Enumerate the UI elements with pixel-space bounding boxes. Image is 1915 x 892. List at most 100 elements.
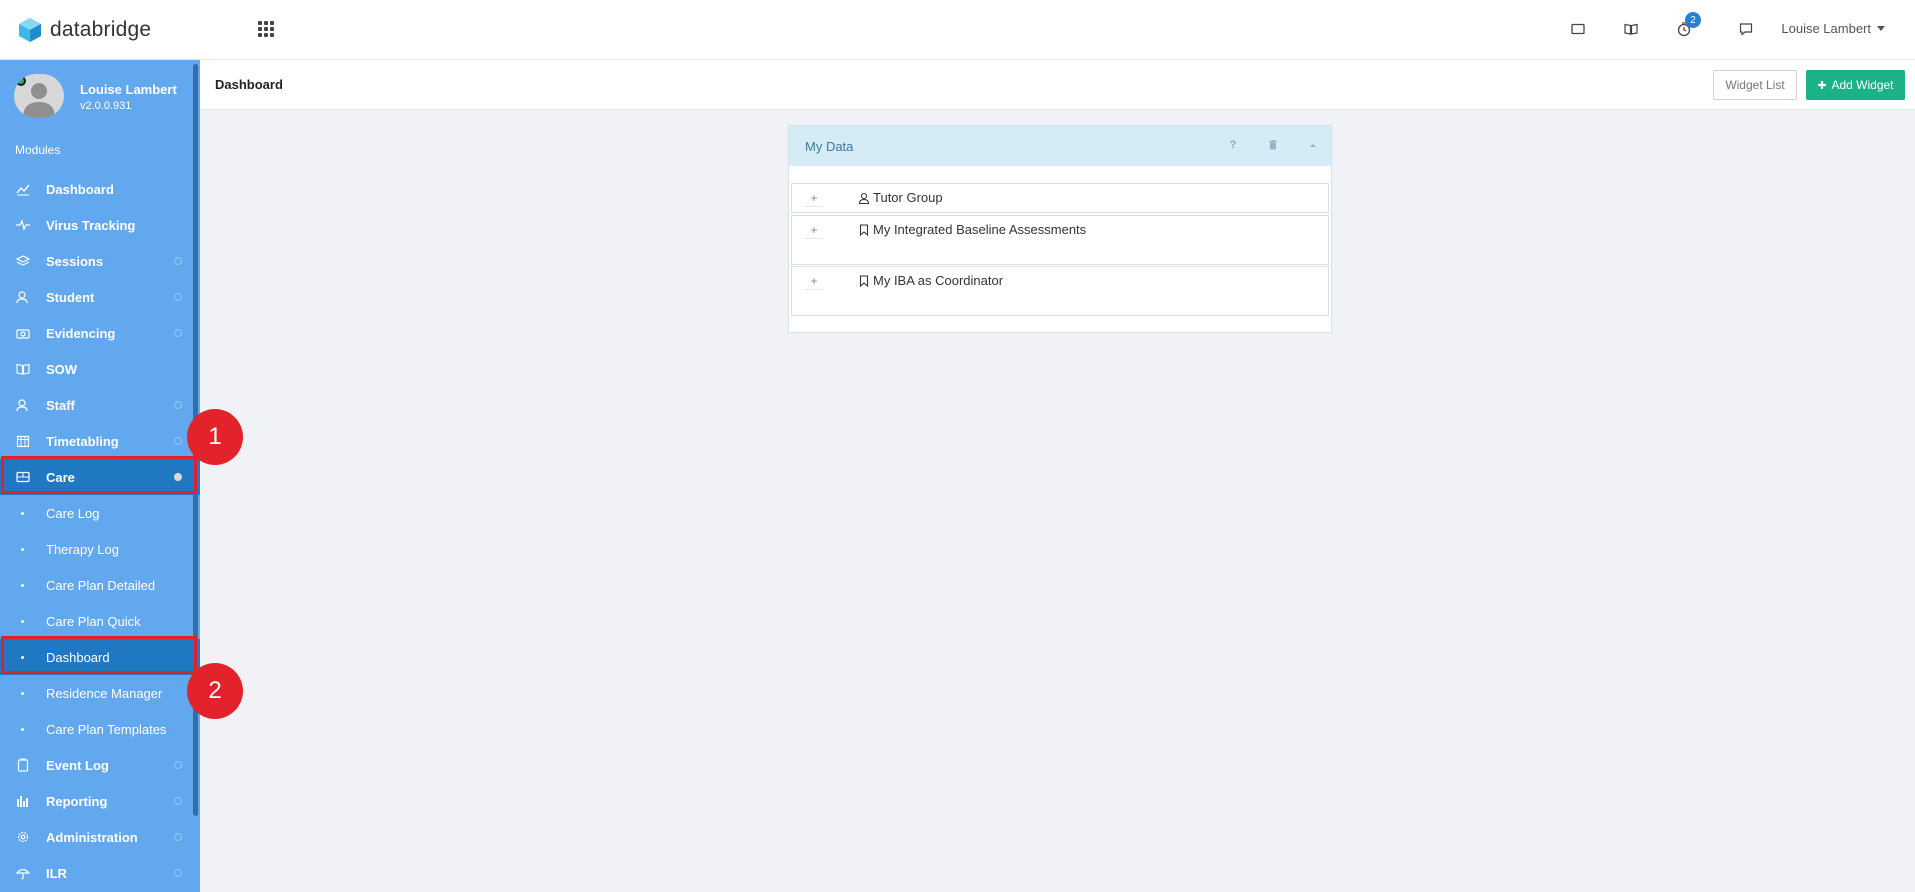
bullet-icon xyxy=(21,620,24,623)
camera-icon xyxy=(16,326,30,340)
user-menu[interactable]: Louise Lambert xyxy=(1781,21,1885,36)
list-item[interactable]: + My IBA as Coordinator xyxy=(791,266,1329,316)
brand[interactable]: databridge xyxy=(18,14,151,46)
sidebar-item-student[interactable]: Student xyxy=(0,279,200,315)
widget-header: My Data ? xyxy=(789,126,1331,166)
sidebar-subitem-label: Care Plan Quick xyxy=(46,613,141,629)
top-bar: databridge 2 Louise Lambert xyxy=(0,0,1915,60)
list-item[interactable]: + My Integrated Baseline Assessments xyxy=(791,215,1329,265)
profile-name: Louise Lambert xyxy=(80,82,177,97)
expand-indicator-icon xyxy=(174,437,182,445)
help-icon[interactable]: ? xyxy=(1226,138,1240,152)
apps-grid-icon[interactable] xyxy=(258,21,274,37)
sidebar-item-label: Evidencing xyxy=(46,325,116,341)
sidebar-item-event-log[interactable]: Event Log xyxy=(0,747,200,783)
sidebar-subitem-care-log[interactable]: Care Log xyxy=(0,495,200,531)
bookmark-icon xyxy=(858,274,870,288)
step-callout-2: 2 xyxy=(187,663,243,719)
chart-line-icon xyxy=(16,182,30,196)
chat-icon[interactable] xyxy=(1736,18,1756,40)
bullet-icon xyxy=(21,692,24,695)
expand-indicator-icon xyxy=(174,797,182,805)
sidebar: Louise Lambert v2.0.0.931 Modules Dashbo… xyxy=(0,60,200,892)
sidebar-item-staff[interactable]: Staff xyxy=(0,387,200,423)
bullet-icon xyxy=(21,728,24,731)
sidebar-subitem-label: Care Plan Templates xyxy=(46,721,167,737)
expand-indicator-icon xyxy=(174,401,182,409)
sidebar-item-dashboard[interactable]: Dashboard xyxy=(0,171,200,207)
sidebar-item-virus-tracking[interactable]: Virus Tracking xyxy=(0,207,200,243)
sidebar-item-label: Virus Tracking xyxy=(46,217,136,233)
step-callout-1: 1 xyxy=(187,409,243,465)
sidebar-item-label: Care xyxy=(46,469,75,485)
plus-icon xyxy=(1818,81,1827,89)
book-open-icon[interactable] xyxy=(1621,18,1641,40)
calendar-icon xyxy=(16,434,30,448)
sidebar-item-administration[interactable]: Administration xyxy=(0,819,200,855)
sidebar-item-sessions[interactable]: Sessions xyxy=(0,243,200,279)
expand-indicator-icon xyxy=(174,473,182,481)
pulse-icon xyxy=(16,218,30,232)
expand-indicator-icon xyxy=(174,293,182,301)
sidebar-item-timetabling[interactable]: Timetabling xyxy=(0,423,200,459)
collapse-up-icon[interactable] xyxy=(1306,138,1320,152)
sidebar-item-care[interactable]: Care xyxy=(0,459,200,495)
sidebar-subitem-residence-manager[interactable]: Residence Manager xyxy=(0,675,200,711)
users-icon xyxy=(16,290,30,304)
page-header: Dashboard Widget List Add Widget xyxy=(200,60,1915,110)
users-icon xyxy=(16,398,30,412)
profile: Louise Lambert v2.0.0.931 xyxy=(14,74,184,118)
modules-heading: Modules xyxy=(15,143,61,157)
sidebar-item-label: Sessions xyxy=(46,253,104,269)
widget-list-button[interactable]: Widget List xyxy=(1713,70,1797,100)
page-title: Dashboard xyxy=(215,77,283,92)
my-data-widget: My Data ? + Tutor Group + My Integrated … xyxy=(788,125,1332,333)
gear-icon xyxy=(16,830,30,844)
bullet-icon xyxy=(21,584,24,587)
sidebar-item-reporting[interactable]: Reporting xyxy=(0,783,200,819)
avatar[interactable] xyxy=(14,74,64,118)
expand-indicator-icon xyxy=(174,257,182,265)
bullet-icon xyxy=(21,656,24,659)
expand-button[interactable]: + xyxy=(804,272,824,290)
sidebar-subitem-therapy-log[interactable]: Therapy Log xyxy=(0,531,200,567)
sidebar-subitem-care-plan-detailed[interactable]: Care Plan Detailed xyxy=(0,567,200,603)
layers-icon xyxy=(16,254,30,268)
book-icon xyxy=(16,362,30,376)
bullet-icon xyxy=(21,512,24,515)
sidebar-item-ilr[interactable]: ILR xyxy=(0,855,200,891)
sidebar-item-evidencing[interactable]: Evidencing xyxy=(0,315,200,351)
row-label: My Integrated Baseline Assessments xyxy=(873,222,1087,237)
sidebar-subitem-dashboard[interactable]: Dashboard xyxy=(0,639,200,675)
sidebar-subitem-label: Care Log xyxy=(46,505,100,521)
expand-indicator-icon xyxy=(174,329,182,337)
id-card-icon xyxy=(16,470,30,484)
sidebar-subitem-label: Care Plan Detailed xyxy=(46,577,156,593)
list-item[interactable]: + Tutor Group xyxy=(791,183,1329,213)
timer-icon[interactable]: 2 xyxy=(1674,12,1701,40)
notification-badge: 2 xyxy=(1685,12,1701,28)
sidebar-item-label: Event Log xyxy=(46,757,109,773)
sidebar-item-label: ILR xyxy=(46,865,67,881)
sidebar-subitem-care-plan-quick[interactable]: Care Plan Quick xyxy=(0,603,200,639)
sidebar-item-label: Reporting xyxy=(46,793,108,809)
sidebar-subitem-care-plan-templates[interactable]: Care Plan Templates xyxy=(0,711,200,747)
brand-name: databridge xyxy=(50,18,152,41)
sidebar-item-sow[interactable]: SOW xyxy=(0,351,200,387)
clipboard-icon xyxy=(16,758,30,772)
add-widget-button[interactable]: Add Widget xyxy=(1806,70,1905,100)
user-icon xyxy=(858,191,870,205)
expand-button[interactable]: + xyxy=(804,221,824,239)
expand-indicator-icon xyxy=(174,833,182,841)
sidebar-nav: Dashboard Virus Tracking Sessions Studen… xyxy=(0,171,200,891)
user-menu-name: Louise Lambert xyxy=(1781,21,1871,36)
online-status-icon xyxy=(16,76,26,86)
bar-chart-icon xyxy=(16,794,30,808)
databridge-logo-icon xyxy=(19,18,41,42)
expand-button[interactable]: + xyxy=(804,189,824,207)
trash-icon[interactable] xyxy=(1266,138,1280,152)
sidebar-subitem-label: Therapy Log xyxy=(46,541,119,557)
add-widget-label: Add Widget xyxy=(1831,78,1894,92)
tablet-icon[interactable] xyxy=(1568,18,1588,40)
umbrella-icon xyxy=(16,866,30,880)
